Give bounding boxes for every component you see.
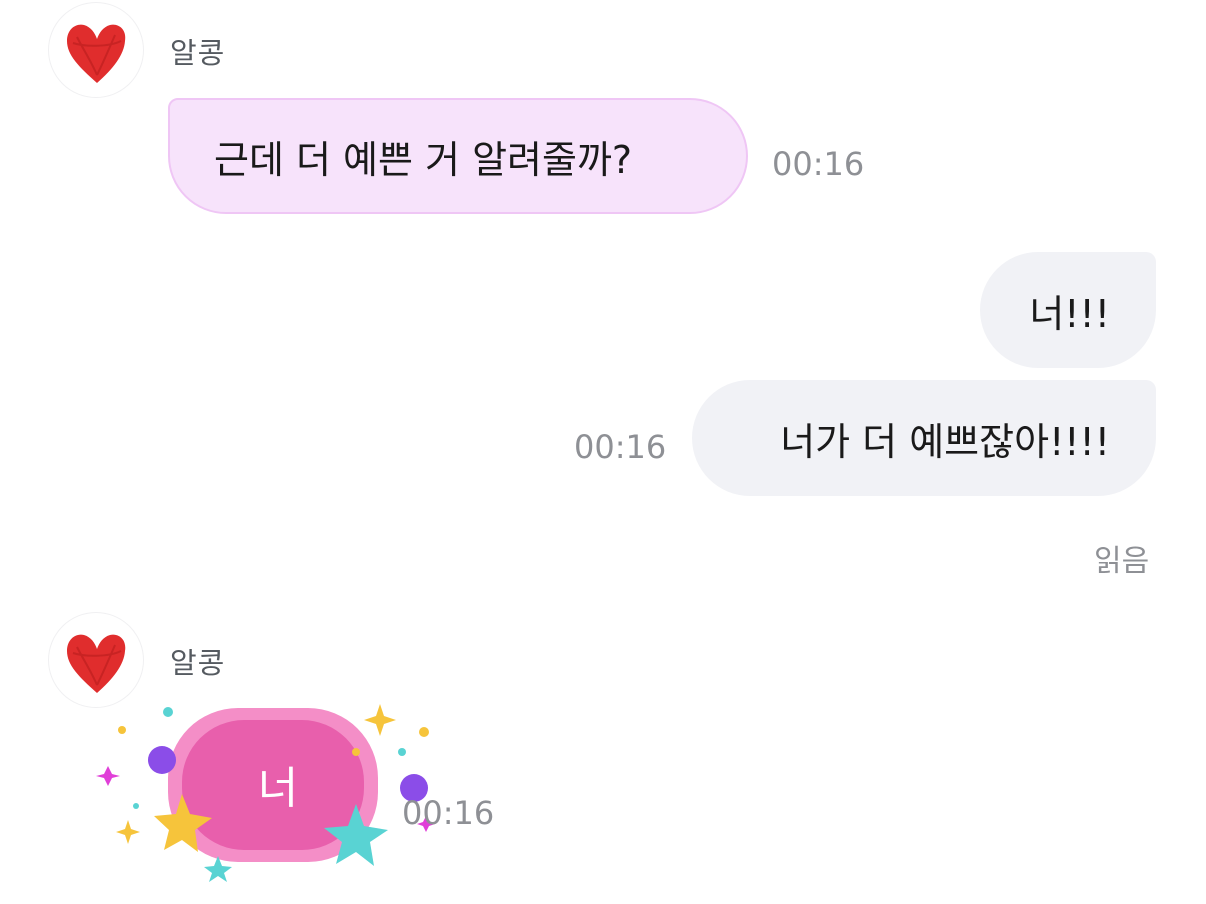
- outgoing-message-bubble[interactable]: 너가 더 예쁘잖아!!!!: [692, 380, 1156, 496]
- outgoing-message-bubble[interactable]: 너!!!: [980, 252, 1156, 368]
- sender-avatar[interactable]: [48, 2, 144, 98]
- chat-view: 알콩 근데 더 예쁜 거 알려줄까? 00:16 너!!! 너가 더 예쁘잖아!…: [0, 0, 1206, 904]
- message-time: 00:16: [402, 794, 495, 832]
- sender-name: 알콩: [170, 646, 226, 680]
- message-time: 00:16: [772, 145, 865, 183]
- incoming-message-bubble[interactable]: 근데 더 예쁜 거 알려줄까?: [168, 98, 748, 214]
- sender-name: 알콩: [170, 36, 226, 70]
- message-time: 00:16: [574, 428, 667, 466]
- message-text: 너가 더 예쁘잖아!!!!: [780, 419, 1110, 464]
- message-text: 근데 더 예쁜 거 알려줄까?: [214, 137, 633, 182]
- sticker-text: 너: [257, 763, 299, 814]
- message-text: 너!!!: [1029, 291, 1110, 336]
- read-receipt: 읽음: [1094, 544, 1150, 579]
- red-heart-icon: [67, 24, 126, 83]
